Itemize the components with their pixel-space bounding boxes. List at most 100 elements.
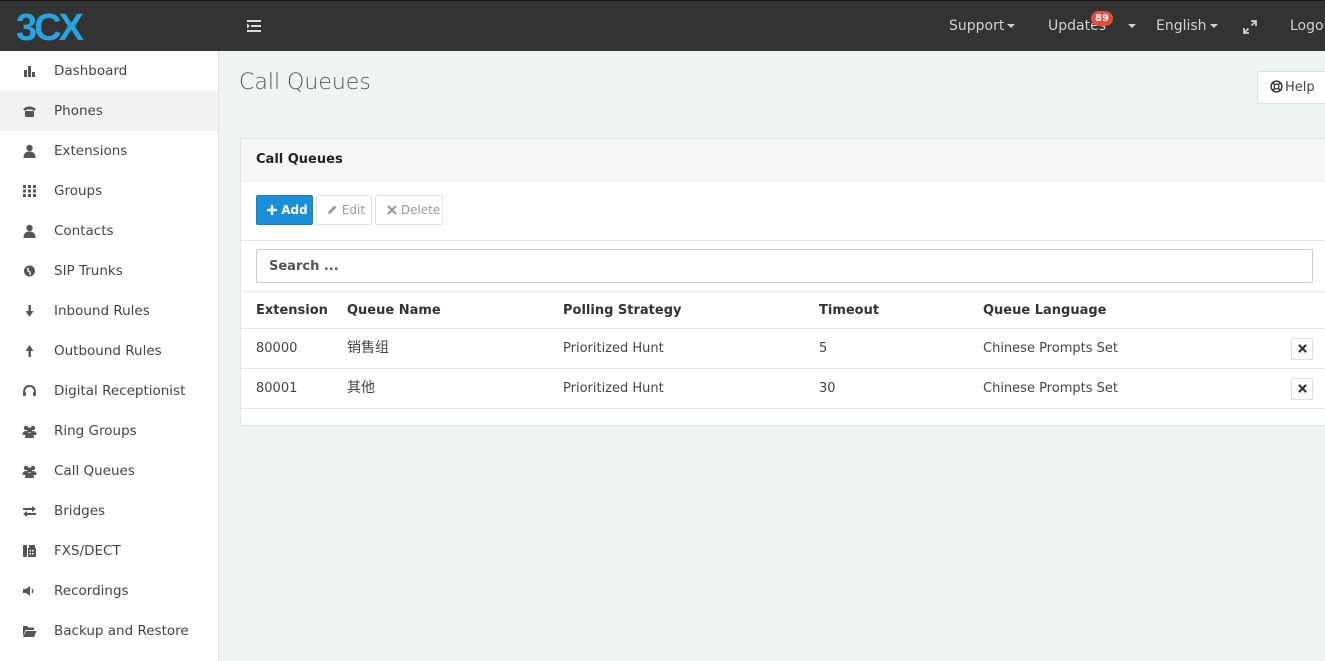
lifebuoy-icon [1270,80,1283,93]
caret-down-icon [1209,24,1218,28]
grid-icon [23,185,36,197]
cell-queue-language: Chinese Prompts Set [983,381,1118,396]
panel-title: Call Queues [241,139,1325,181]
sidebar-item-label: FXS/DECT [54,543,121,559]
edit-button[interactable]: Edit [316,195,372,225]
cell-timeout: 5 [819,341,828,356]
sidebar-item-label: Dashboard [54,63,128,79]
sidebar-item-call-queues[interactable]: Call Queues [0,451,218,491]
sidebar-item-phones[interactable]: Phones [0,91,218,131]
sidebar-item-backup-restore[interactable]: Backup and Restore [0,611,218,651]
column-header-extension[interactable]: Extension [256,292,328,329]
folder-open-icon [23,626,37,637]
logout-label: Logout [1290,18,1325,34]
table-row[interactable]: 80000 销售组 Prioritized Hunt 5 Chinese Pro… [241,329,1325,369]
sidebar-item-bridges[interactable]: Bridges [0,491,218,531]
times-icon [387,205,397,215]
sidebar-item-outbound-rules[interactable]: Outbound Rules [0,331,218,371]
fullscreen-icon[interactable] [1243,20,1257,34]
support-label: Support [949,18,1005,34]
sidebar-item-label: SIP Trunks [54,263,123,279]
updates-menu[interactable]: Updates [1048,1,1136,52]
add-label: Add [281,203,308,217]
column-header-polling-strategy[interactable]: Polling Strategy [563,292,682,329]
add-button[interactable]: Add [256,195,313,225]
column-header-timeout[interactable]: Timeout [819,292,879,329]
sidebar-item-label: Bridges [54,503,106,519]
sidebar-item-digital-receptionist[interactable]: Digital Receptionist [0,371,218,411]
sidebar-item-label: Inbound Rules [54,303,150,319]
headset-icon [23,384,36,396]
cell-queue-language: Chinese Prompts Set [983,341,1118,356]
sidebar-item-fxs-dect[interactable]: FXS/DECT [0,531,218,571]
globe-icon [24,265,35,277]
divider [241,240,1325,241]
sidebar-item-label: Phones [54,103,103,119]
help-label: Help [1285,80,1315,95]
support-menu[interactable]: Support [949,1,1016,52]
plus-icon [267,205,277,215]
sidebar-item-label: Contacts [54,223,114,239]
3cx-logo[interactable]: 3CX [14,5,114,47]
sidebar-item-label: Groups [54,183,103,199]
table-header: Extension Queue Name Polling Strategy Ti… [241,292,1325,329]
cell-polling-strategy: Prioritized Hunt [563,381,664,396]
sidebar-item-dashboard[interactable]: Dashboard [0,51,218,91]
times-icon [1297,344,1307,353]
users-icon [22,465,37,478]
call-queues-panel: Call Queues Add Edit Delete Extension Qu… [240,138,1325,426]
delete-row-button[interactable] [1291,338,1313,360]
caret-down-icon [1128,24,1136,28]
delete-button[interactable]: Delete [375,195,443,225]
sidebar-item-label: Call Queues [54,463,135,479]
caret-down-icon [1007,24,1016,28]
top-navbar: 3CX Support Updates 89 English Logout [0,0,1325,51]
sidebar-item-label: Ring Groups [54,423,137,439]
sidebar-item-label: Outbound Rules [54,343,162,359]
phone-icon [23,106,36,117]
sidebar-item-extensions[interactable]: Extensions [0,131,218,171]
cell-queue-name: 其他 [347,380,375,396]
bar-chart-icon [24,66,35,77]
search-input[interactable] [256,249,1313,283]
delete-row-button[interactable] [1291,378,1313,400]
cell-extension: 80000 [256,341,298,356]
language-label: English [1156,18,1207,34]
arrow-down-icon [25,305,34,317]
sidebar-item-contacts[interactable]: Contacts [0,211,218,251]
sidebar-item-label: Backup and Restore [54,623,189,639]
arrow-up-icon [25,345,34,357]
volume-icon [23,586,34,596]
cell-polling-strategy: Prioritized Hunt [563,341,664,356]
sidebar-item-recordings[interactable]: Recordings [0,571,218,611]
cell-extension: 80001 [256,381,298,396]
delete-label: Delete [400,203,441,217]
updates-count-badge: 89 [1091,11,1113,26]
logout-link[interactable]: Logout [1290,1,1325,52]
sidebar-item-label: Recordings [54,583,129,599]
cell-queue-name: 销售组 [347,340,389,356]
sidebar-item-ring-groups[interactable]: Ring Groups [0,411,218,451]
user-icon [23,144,36,158]
sidebar-item-label: Extensions [54,143,128,159]
sidebar: Dashboard Phones Extensions Groups Conta… [0,51,219,661]
edit-label: Edit [341,203,366,217]
page-title: Call Queues [239,70,371,95]
users-icon [22,425,37,438]
column-header-queue-language[interactable]: Queue Language [983,292,1107,329]
pencil-icon [328,205,337,214]
language-menu[interactable]: English [1156,1,1218,52]
user-icon [23,224,36,238]
times-icon [1297,384,1307,393]
sidebar-item-groups[interactable]: Groups [0,171,218,211]
logo-text: 3CX [16,7,85,47]
cell-timeout: 30 [819,381,836,396]
table-row[interactable]: 80001 其他 Prioritized Hunt 30 Chinese Pro… [241,369,1325,409]
exchange-icon [23,506,36,517]
sidebar-item-inbound-rules[interactable]: Inbound Rules [0,291,218,331]
column-header-queue-name[interactable]: Queue Name [347,292,441,329]
menu-toggle-icon[interactable] [247,19,265,33]
help-button[interactable]: Help [1257,71,1325,104]
sidebar-item-label: Digital Receptionist [54,383,186,399]
sidebar-item-sip-trunks[interactable]: SIP Trunks [0,251,218,291]
